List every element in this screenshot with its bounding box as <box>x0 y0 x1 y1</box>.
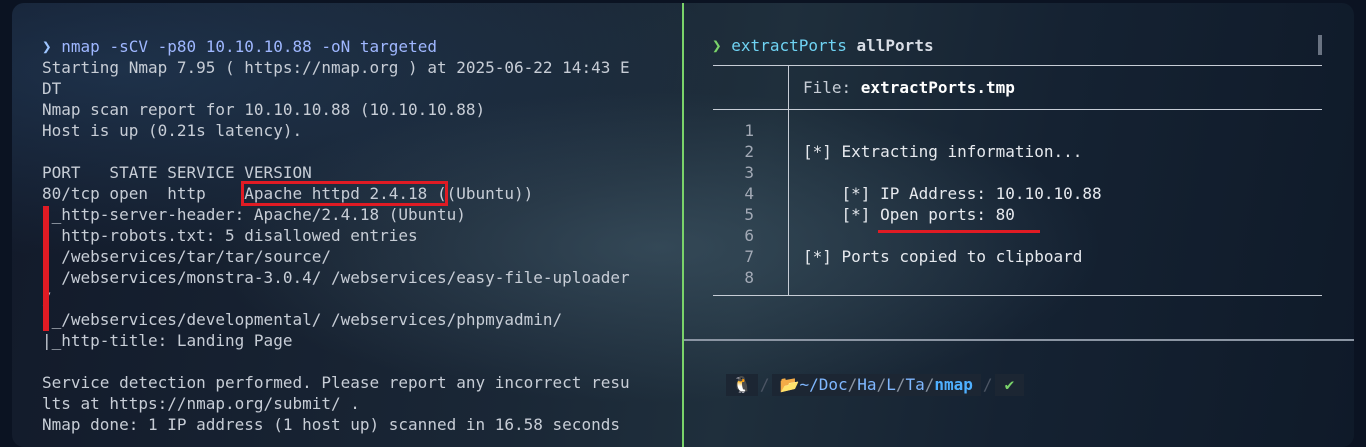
folder-icon: 📂 <box>779 375 800 394</box>
scripts-highlight-bar <box>43 206 49 331</box>
output-line: |_/webservices/developmental/ /webservic… <box>42 310 563 329</box>
file-content-line: [*] Extracting information... <box>803 142 1083 161</box>
line-number: 8 <box>744 268 754 287</box>
path-dir: Ha <box>857 375 877 394</box>
bat-bottom-rule <box>713 295 1322 296</box>
bat-file-header: File: extractPorts.tmp <box>803 77 1015 98</box>
open-ports-underline <box>878 230 1040 233</box>
line-number: 1 <box>744 121 754 140</box>
path-prefix: ~/ <box>799 375 819 394</box>
linux-tux-icon: 🐧 <box>726 374 758 396</box>
segment-separator: / <box>759 375 770 394</box>
output-line: Nmap scan report for 10.10.10.88 (10.10.… <box>42 100 486 119</box>
file-content-line: [*] Ports copied to clipboard <box>803 247 1083 266</box>
line-number: 6 <box>744 226 754 245</box>
output-line: lts at https://nmap.org/submit/ . <box>42 394 360 413</box>
bat-gutter-rule <box>788 65 789 296</box>
line-number: 5 <box>744 205 754 224</box>
bat-header-rule <box>713 109 1322 110</box>
output-line: | /webservices/tar/tar/source/ <box>42 247 331 266</box>
version-highlight-box <box>241 181 448 206</box>
prompt-line: ❯ extractPorts allPorts <box>712 35 934 56</box>
powerline-prompt: 🐧 / 📂~/Doc/Ha/L/Ta/nmap / ✔ <box>726 374 1025 396</box>
file-content-line: [*] IP Address: 10.10.10.88 <box>803 184 1102 203</box>
bat-top-rule <box>713 65 1322 66</box>
file-label: File: <box>803 78 861 97</box>
pane-divider-horizontal[interactable] <box>684 339 1354 341</box>
path-dir: L <box>886 375 896 394</box>
scrollbar-thumb[interactable] <box>1318 35 1322 55</box>
prompt-line: ❯ nmap -sCV -p80 10.10.10.88 -oN targete… <box>42 36 437 57</box>
output-line: Service detection performed. Please repo… <box>42 373 630 392</box>
path-dir: Ta <box>905 375 925 394</box>
output-line: | /webservices/monstra-3.0.4/ /webservic… <box>42 268 630 287</box>
path-dir: Doc <box>818 375 848 394</box>
output-line: Nmap done: 1 IP address (1 host up) scan… <box>42 415 620 434</box>
terminal-window: ❯ nmap -sCV -p80 10.10.10.88 -oN targete… <box>12 3 1354 447</box>
nmap-command: nmap -sCV -p80 10.10.10.88 -oN targeted <box>61 37 437 56</box>
path-current-dir: nmap <box>934 375 973 394</box>
output-line: Starting Nmap 7.95 ( https://nmap.org ) … <box>42 58 630 77</box>
segment-separator: / <box>982 375 993 394</box>
prompt-arrow-icon: ❯ <box>712 36 722 55</box>
file-content-line: [*] Open ports: 80 <box>803 205 1015 224</box>
output-line: DT <box>42 79 62 98</box>
current-path: 📂~/Doc/Ha/L/Ta/nmap <box>771 374 981 396</box>
line-number: 7 <box>744 247 754 266</box>
left-terminal-pane[interactable]: ❯ nmap -sCV -p80 10.10.10.88 -oN targete… <box>12 3 682 447</box>
output-line: PORT STATE SERVICE VERSION <box>42 163 312 182</box>
file-name: extractPorts.tmp <box>860 78 1015 97</box>
command-arg: allPorts <box>856 36 934 55</box>
command-name: extractPorts <box>731 36 847 55</box>
checkmark-icon: ✔ <box>994 374 1025 396</box>
output-line: |_http-title: Landing Page <box>42 331 293 350</box>
line-number: 3 <box>744 163 754 182</box>
output-line: |_http-server-header: Apache/2.4.18 (Ubu… <box>42 205 466 224</box>
prompt-arrow-icon: ❯ <box>42 37 52 56</box>
output-line: Host is up (0.21s latency). <box>42 121 303 140</box>
line-number: 4 <box>744 184 754 203</box>
output-line: | http-robots.txt: 5 disallowed entries <box>42 226 418 245</box>
line-number: 2 <box>744 142 754 161</box>
